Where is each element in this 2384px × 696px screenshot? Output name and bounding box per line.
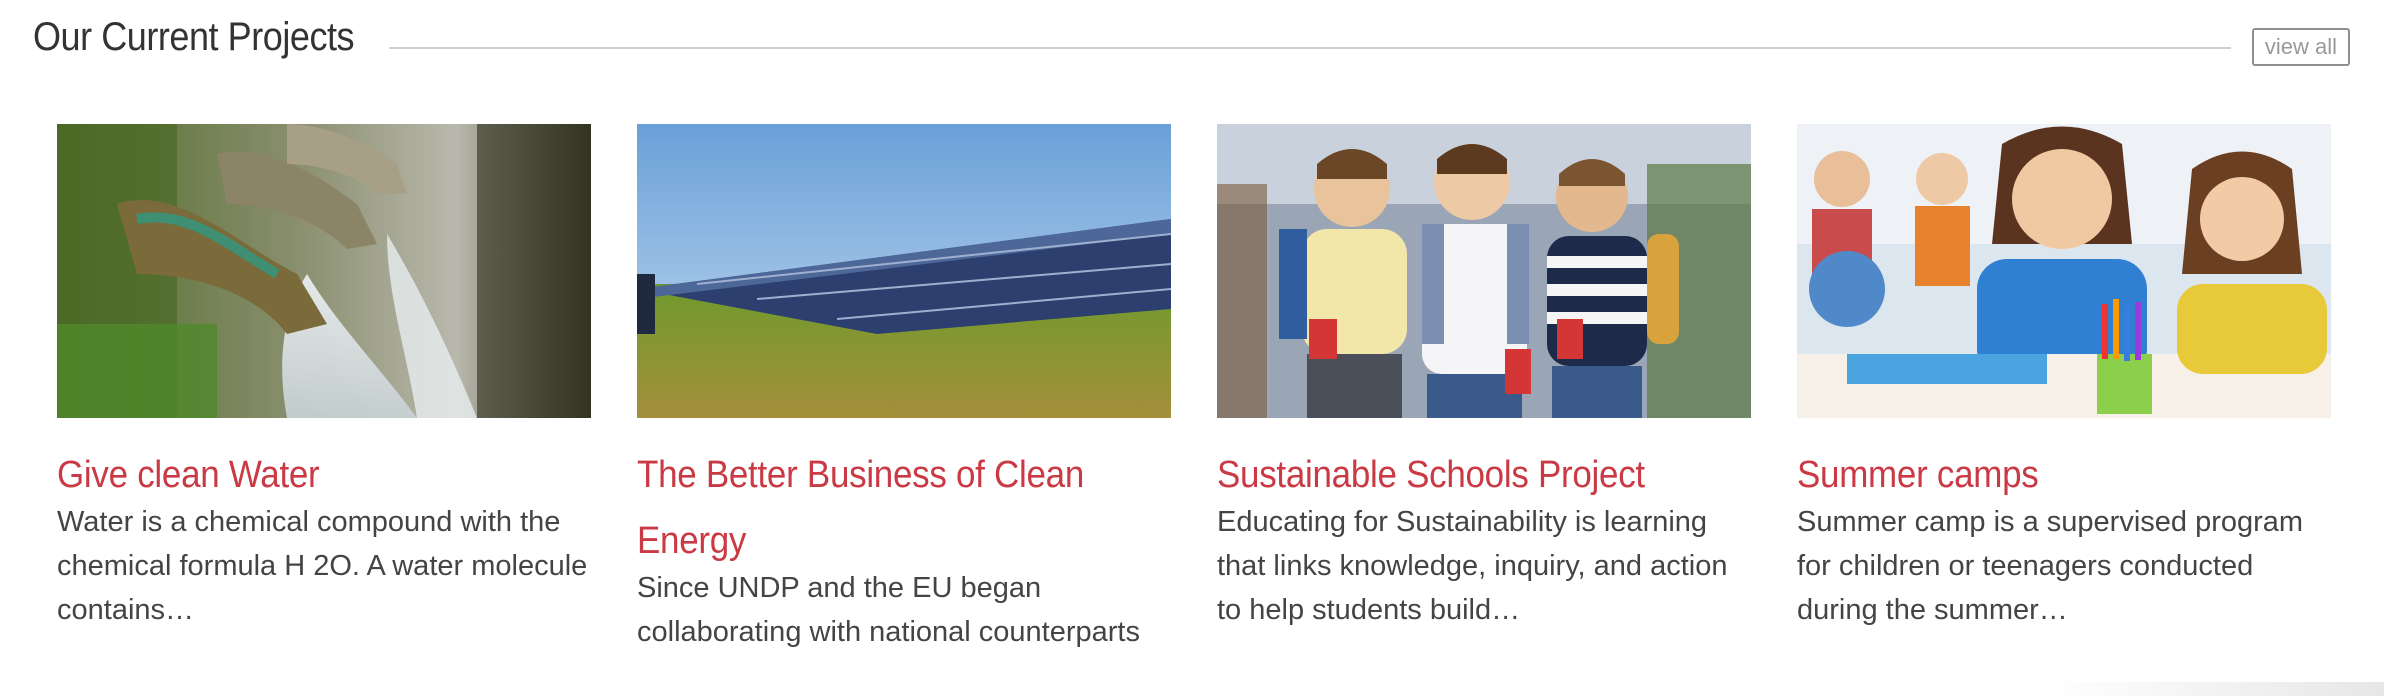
- card-excerpt: Educating for Sustainability is learning…: [1217, 506, 1728, 626]
- water-fountain-image[interactable]: [57, 124, 591, 418]
- card-excerpt: Water is a chemical compound with the ch…: [57, 506, 588, 626]
- section-title: Our Current Projects: [33, 15, 355, 59]
- title-divider: [389, 47, 2231, 49]
- project-card-clean-energy: The Better Business of Clean Energy Sinc…: [637, 124, 1171, 654]
- view-all-button[interactable]: view all: [2252, 28, 2350, 66]
- card-excerpt: Summer camp is a supervised program for …: [1797, 506, 2304, 626]
- card-title[interactable]: Give clean Water: [57, 442, 548, 508]
- project-card-summer-camps: Summer camps Summer camp is a supervised…: [1797, 124, 2331, 632]
- card-title[interactable]: Summer camps: [1797, 442, 2288, 508]
- section-header: Our Current Projects view all: [33, 0, 2354, 90]
- corner-shadow: [2044, 682, 2384, 696]
- card-excerpt: Since UNDP and the EU began collaboratin…: [637, 572, 1140, 648]
- project-card-sustainable-schools: Sustainable Schools Project Educating fo…: [1217, 124, 1751, 632]
- schoolboys-image[interactable]: [1217, 124, 1751, 418]
- children-drawing-image[interactable]: [1797, 124, 2331, 418]
- solar-panels-image[interactable]: [637, 124, 1171, 418]
- card-title[interactable]: The Better Business of Clean Energy: [637, 442, 1128, 574]
- project-card-clean-water: Give clean Water Water is a chemical com…: [57, 124, 591, 632]
- card-title[interactable]: Sustainable Schools Project: [1217, 442, 1708, 508]
